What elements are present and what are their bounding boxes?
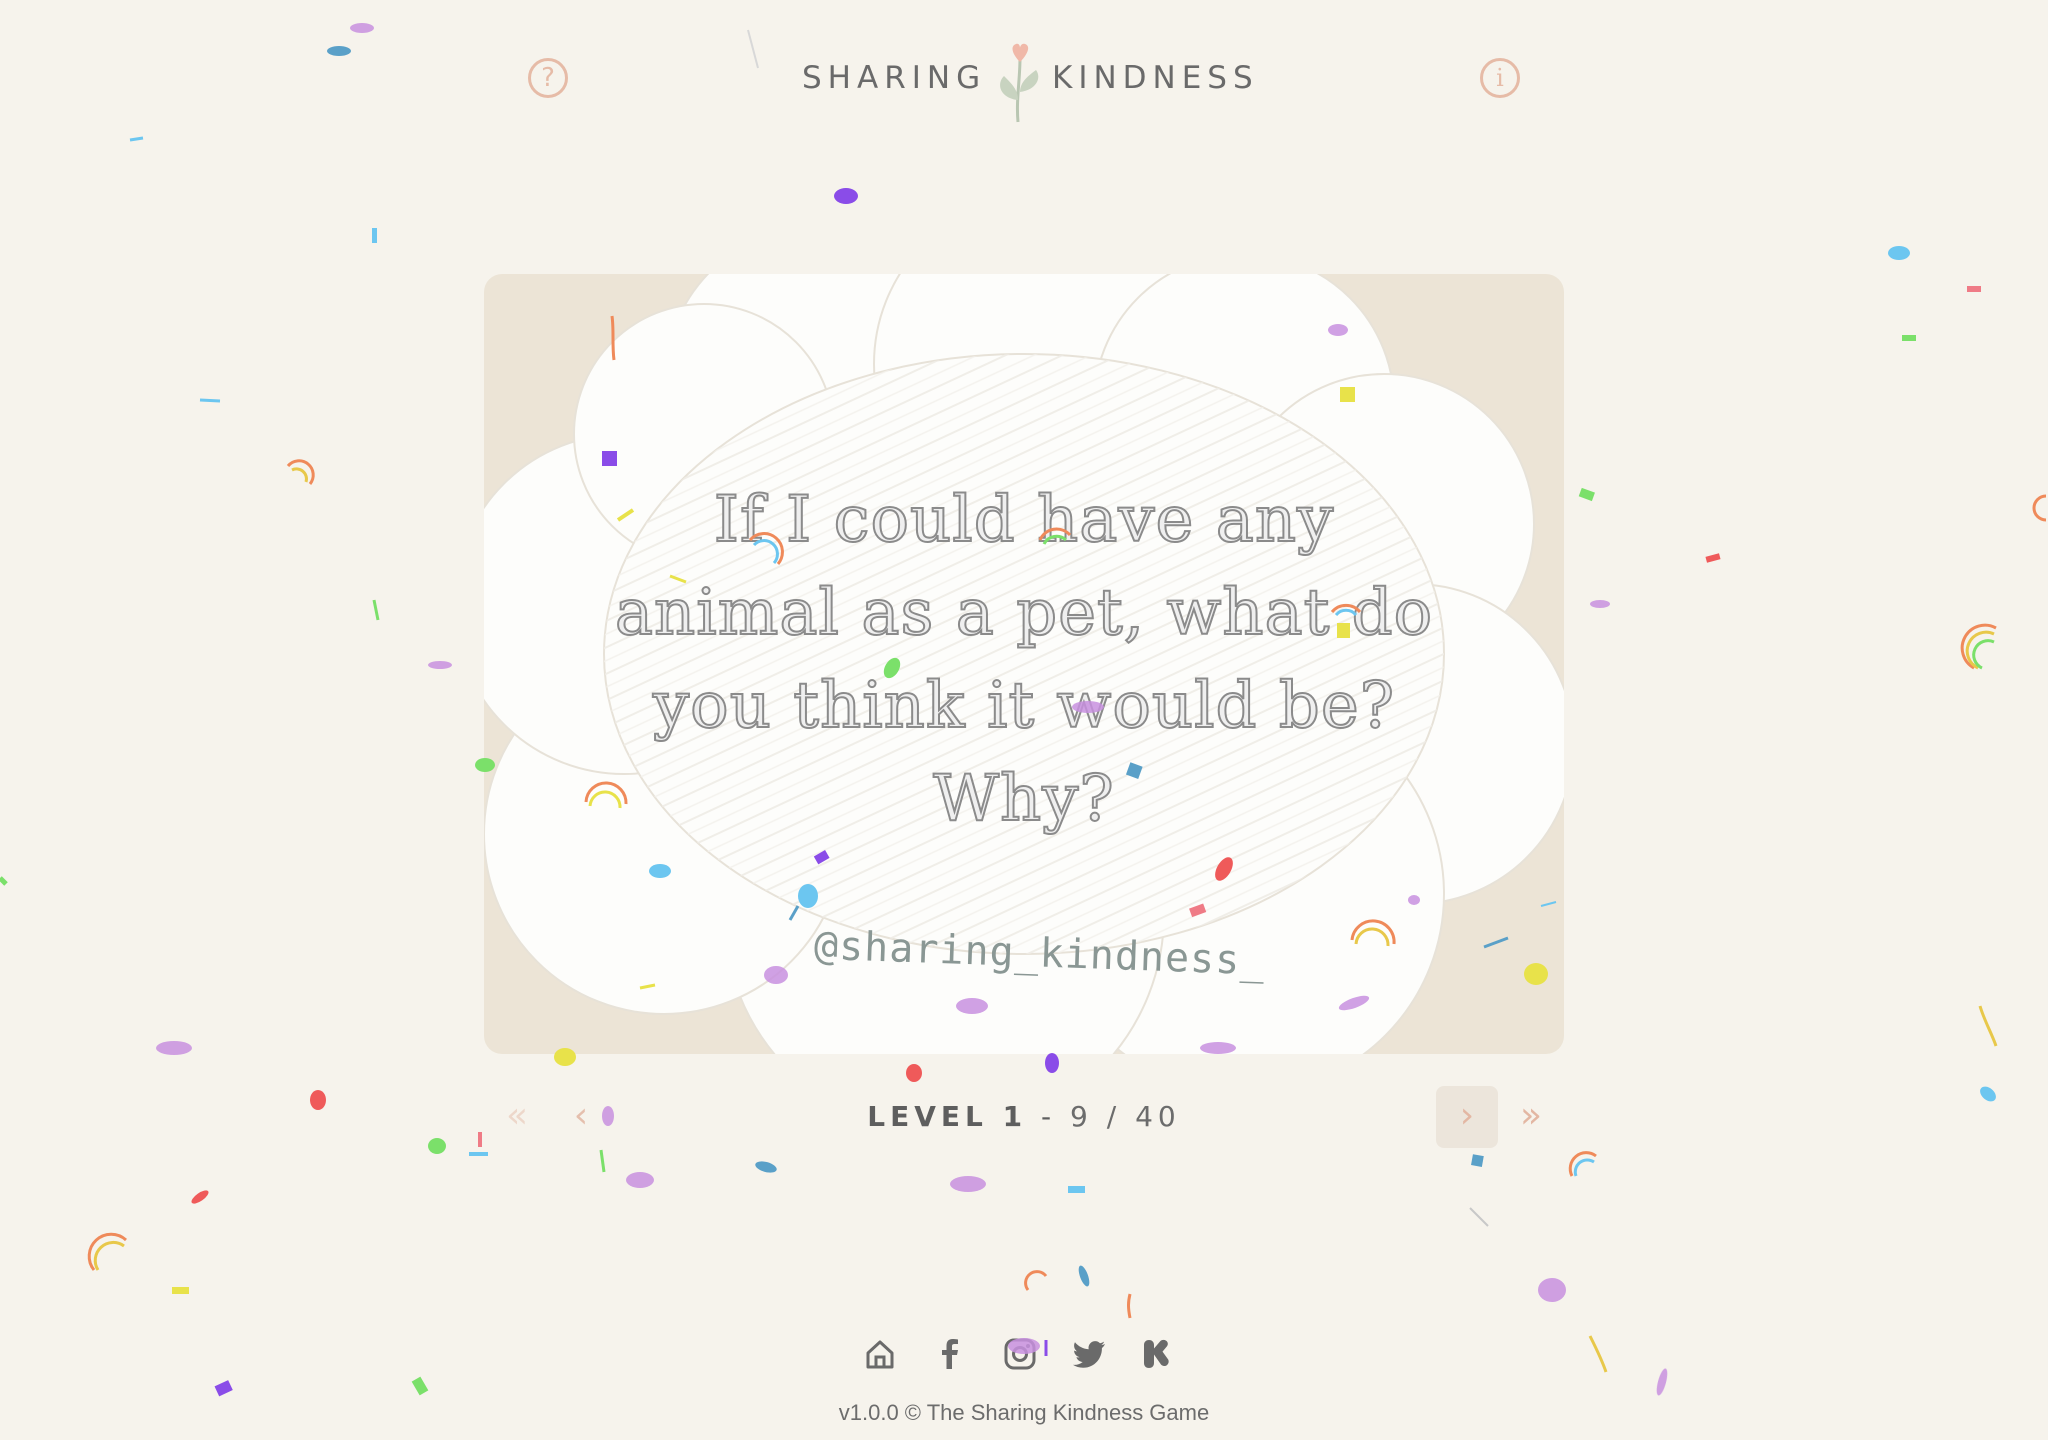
header: ? SHARING KINDNESS i (0, 40, 2048, 123)
help-button[interactable]: ? (528, 58, 568, 98)
home-icon[interactable] (862, 1336, 898, 1372)
kickstarter-icon[interactable] (1142, 1336, 1178, 1372)
logo-text-sharing: SHARING (802, 60, 987, 96)
next-card-button[interactable]: › (1436, 1086, 1498, 1148)
level-indicator: LEVEL 1 - 9 / 40 (0, 1100, 2048, 1133)
info-button[interactable]: i (1480, 58, 1520, 98)
twitter-icon[interactable] (1072, 1336, 1108, 1372)
copyright-text: v1.0.0 © The Sharing Kindness Game (838, 1400, 1210, 1425)
level-separator: - (1041, 1100, 1057, 1133)
question-card: If I could have any animal as a pet, wha… (484, 274, 1564, 1054)
level-label: LEVEL 1 (867, 1100, 1028, 1133)
card-navigation: « ‹ LEVEL 1 - 9 / 40 › » (0, 1086, 2048, 1150)
logo-text-kindness: KINDNESS (1052, 60, 1259, 96)
social-links (862, 1336, 1182, 1376)
question-circle-icon: ? (541, 63, 555, 93)
facebook-icon[interactable] (932, 1336, 968, 1372)
sprout-heart-icon (1000, 43, 1039, 123)
instagram-icon[interactable] (1002, 1336, 1038, 1372)
last-card-button[interactable]: » (1500, 1086, 1562, 1148)
card-counter: 9 / 40 (1070, 1100, 1181, 1133)
question-text: If I could have any animal as a pet, wha… (614, 482, 1434, 837)
double-chevron-right-icon: » (1519, 1095, 1543, 1136)
logo[interactable]: SHARING KINDNESS (800, 40, 1253, 123)
chevron-right-icon: › (1459, 1095, 1475, 1136)
info-circle-icon: i (1496, 64, 1504, 92)
